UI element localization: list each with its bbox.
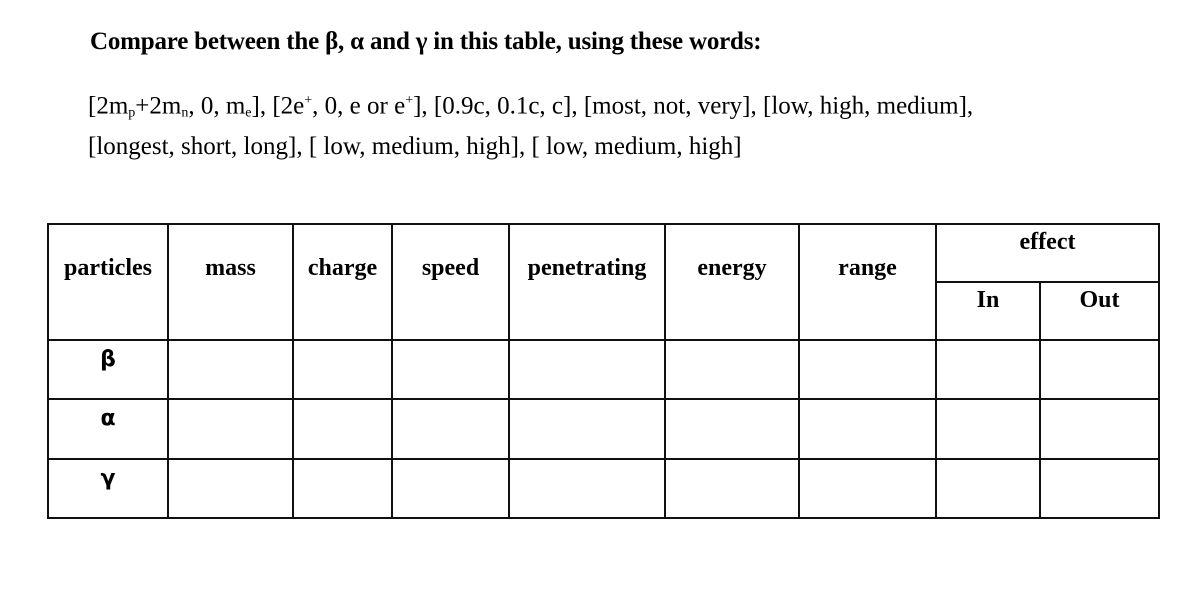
cell-alpha-energy[interactable] (664, 398, 800, 460)
cell-gamma-range[interactable] (798, 458, 937, 519)
cell-alpha-charge[interactable] (292, 398, 393, 460)
cell-gamma-out[interactable] (1039, 458, 1160, 519)
header-energy: energy (664, 223, 800, 341)
cell-alpha-range[interactable] (798, 398, 937, 460)
cell-beta-charge[interactable] (292, 339, 393, 400)
word-bank-line-2: [longest, short, long], [ low, medium, h… (88, 133, 742, 161)
word-bank: [2mp+2mn, 0, me], [2e+, 0, e or e+], [0.… (88, 84, 973, 164)
header-effect: effect (935, 223, 1160, 283)
particle-beta: β (47, 339, 169, 400)
cell-alpha-out[interactable] (1039, 398, 1160, 460)
cell-gamma-in[interactable] (935, 458, 1041, 519)
cell-gamma-mass[interactable] (167, 458, 294, 519)
cell-beta-energy[interactable] (664, 339, 800, 400)
cell-gamma-penetrating[interactable] (508, 458, 666, 519)
header-speed: speed (391, 223, 510, 341)
cell-beta-range[interactable] (798, 339, 937, 400)
header-charge: charge (292, 223, 393, 341)
header-penetrating: penetrating (508, 223, 666, 341)
cell-alpha-penetrating[interactable] (508, 398, 666, 460)
header-effect-out: Out (1039, 281, 1160, 341)
question-title: Compare between the β, α and γ in this t… (90, 28, 762, 55)
cell-gamma-charge[interactable] (292, 458, 393, 519)
comparison-table: particles mass charge speed penetrating … (47, 223, 1160, 519)
table-row-beta: β (47, 339, 1160, 400)
word-bank-line-1: [2mp+2mn, 0, me], [2e+, 0, e or e+], [0.… (88, 92, 974, 121)
header-effect-in: In (935, 281, 1041, 341)
cell-beta-in[interactable] (935, 339, 1041, 400)
cell-beta-speed[interactable] (391, 339, 510, 400)
table-row-gamma: γ (47, 458, 1160, 519)
particle-gamma: γ (47, 458, 169, 519)
particle-alpha: α (47, 398, 169, 460)
cell-beta-mass[interactable] (167, 339, 294, 400)
cell-alpha-in[interactable] (935, 398, 1041, 460)
cell-gamma-energy[interactable] (664, 458, 800, 519)
cell-beta-out[interactable] (1039, 339, 1160, 400)
header-particles: particles (47, 223, 169, 341)
cell-alpha-mass[interactable] (167, 398, 294, 460)
header-mass: mass (167, 223, 294, 341)
table-row-alpha: α (47, 398, 1160, 460)
cell-gamma-speed[interactable] (391, 458, 510, 519)
cell-alpha-speed[interactable] (391, 398, 510, 460)
cell-beta-penetrating[interactable] (508, 339, 666, 400)
header-range: range (798, 223, 937, 341)
